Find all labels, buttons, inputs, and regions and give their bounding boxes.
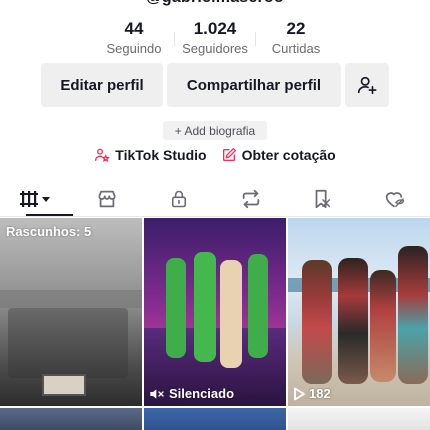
tab-private[interactable] (143, 181, 215, 217)
profile-tabs (0, 181, 430, 217)
heart-hidden-icon (385, 192, 405, 208)
tabs-divider (0, 216, 430, 217)
following-count: 44 (124, 19, 144, 38)
tab-videos[interactable] (0, 181, 73, 217)
add-bio-button[interactable]: + Add biografia (163, 121, 267, 140)
shop-icon (98, 190, 117, 208)
studio-person-icon (95, 148, 111, 163)
tiktok-studio-link[interactable]: TikTok Studio (94, 147, 207, 163)
video-tile[interactable] (0, 408, 142, 430)
person-shape (338, 258, 368, 384)
video-grid: Rascunhos: 5 Silenciado 182 (0, 218, 430, 430)
edit-profile-button[interactable]: Editar perfil (41, 63, 163, 107)
muted-overlay: Silenciado (149, 386, 234, 401)
video-tile-drafts[interactable]: Rascunhos: 5 (0, 218, 142, 406)
dancer-shape (194, 252, 216, 362)
muted-speaker-icon (150, 388, 164, 399)
tab-shop[interactable] (72, 181, 144, 217)
stat-following[interactable]: 44 Seguindo (94, 18, 174, 58)
muted-label: Silenciado (169, 386, 235, 401)
stat-likes[interactable]: 22 Curtidas (256, 18, 336, 58)
grid-bars-icon (19, 191, 50, 207)
following-label: Seguindo (106, 41, 162, 56)
dancer-shape (220, 260, 242, 368)
likes-count: 22 (286, 19, 306, 38)
drafts-count-label: Rascunhos: 5 (6, 224, 92, 239)
video-tile-beach[interactable]: 182 (288, 218, 430, 406)
get-quote-label: Obter cotação (241, 147, 336, 163)
share-profile-button[interactable]: Compartilhar perfil (167, 63, 341, 107)
edit-square-icon (222, 148, 236, 161)
play-icon (294, 387, 305, 400)
outlet-shape (42, 374, 86, 396)
dancer-shape (166, 258, 186, 358)
tab-reposts[interactable] (215, 181, 287, 217)
lock-icon (171, 190, 187, 208)
seat-shape (8, 308, 128, 378)
get-quote-link[interactable]: Obter cotação (221, 147, 336, 163)
person-plus-icon (357, 76, 377, 95)
person-shape (302, 260, 332, 384)
repost-icon (242, 189, 259, 209)
tab-favorites[interactable] (286, 181, 358, 217)
profile-handle: @gabrielmaseroo (0, 0, 430, 9)
likes-label: Curtidas (271, 41, 321, 56)
stat-followers[interactable]: 1.024 Seguidores (175, 18, 255, 58)
bookmark-icon (315, 189, 331, 209)
tiktok-studio-label: TikTok Studio (115, 147, 207, 163)
video-tile-muted[interactable]: Silenciado (144, 218, 286, 406)
views-overlay: 182 (293, 386, 331, 401)
dancer-shape (248, 254, 268, 358)
views-count: 182 (309, 386, 331, 401)
video-tile[interactable] (288, 408, 430, 430)
add-friend-button[interactable] (345, 63, 389, 107)
followers-label: Seguidores (182, 41, 248, 56)
followers-count: 1.024 (193, 19, 237, 38)
person-shape (398, 246, 428, 384)
profile-actions: Editar perfil Compartilhar perfil (41, 63, 389, 107)
tab-liked[interactable] (358, 181, 430, 217)
seat-edge-shape (0, 290, 142, 308)
person-shape (370, 270, 396, 382)
profile-links: TikTok Studio Obter cotação (0, 147, 430, 163)
video-tile[interactable] (144, 408, 286, 430)
profile-stats: 44 Seguindo 1.024 Seguidores 22 Curtidas (0, 18, 430, 58)
